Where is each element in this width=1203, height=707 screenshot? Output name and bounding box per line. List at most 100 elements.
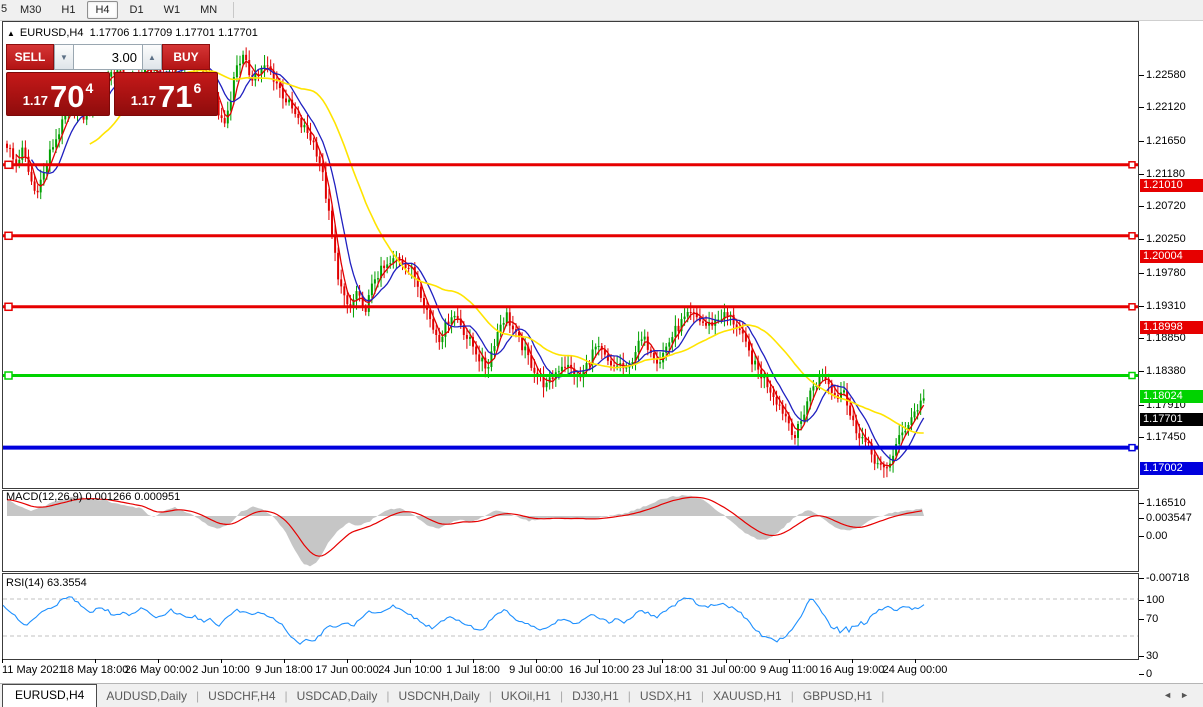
tab-gbpusd-h1[interactable]: GBPUSD,H1	[794, 686, 881, 707]
collapse-panel-icon[interactable]: ▲	[7, 29, 15, 38]
volume-increase-button[interactable]: ▲	[142, 44, 162, 70]
rsi-line	[3, 597, 924, 644]
line-handle[interactable]	[1129, 304, 1135, 310]
tab-audusd-daily[interactable]: AUDUSD,Daily	[97, 686, 196, 707]
indicator-axis-label: -0.00718	[1146, 572, 1189, 584]
tab-ukoil-h1[interactable]: UKOil,H1	[492, 686, 560, 707]
price-axis-tickmark	[1139, 174, 1144, 175]
sell-button[interactable]: SELL	[6, 44, 54, 70]
indicator-axis-label: 70	[1146, 613, 1158, 625]
date-axis-tickmark	[599, 659, 600, 663]
indicator-axis-tickmark	[1139, 518, 1144, 519]
buy-button[interactable]: BUY	[162, 44, 210, 70]
tab-eurusd-h4[interactable]: EURUSD,H4	[2, 684, 97, 707]
price-axis-tickmark	[1139, 503, 1144, 504]
indicator-axis-label: 30	[1146, 650, 1158, 662]
date-axis-tickmark	[158, 659, 159, 663]
line-handle[interactable]	[1129, 162, 1135, 168]
current-price-label: 1.17701	[1140, 413, 1203, 426]
timeframe-toolbar: 5 M30 H1 H4 D1 W1 MN	[0, 0, 1203, 21]
price-level-label: 1.18998	[1140, 321, 1203, 334]
date-axis-tickmark	[284, 659, 285, 663]
volume-input[interactable]: 3.00	[74, 44, 142, 70]
timeframe-h4[interactable]: H4	[87, 1, 117, 19]
volume-decrease-button[interactable]: ▼	[54, 44, 74, 70]
timeframe-mn[interactable]: MN	[192, 1, 225, 19]
date-axis-tickmark	[95, 659, 96, 663]
price-axis-tickmark	[1139, 437, 1144, 438]
indicator-axis-label: 0.00	[1146, 530, 1167, 542]
price-level-label: 1.18024	[1140, 390, 1203, 403]
price-axis-tick-label: 1.21650	[1146, 135, 1186, 147]
tab-usdcnh-daily[interactable]: USDCNH,Daily	[389, 686, 488, 707]
moving-average-line	[16, 61, 924, 466]
buy-price-prefix: 1.17	[131, 93, 156, 108]
date-axis-tickmark	[536, 659, 537, 663]
price-axis-tick-label: 1.20720	[1146, 200, 1186, 212]
price-axis-tickmark	[1139, 306, 1144, 307]
date-axis-tickmark	[347, 659, 348, 663]
line-handle[interactable]	[5, 303, 12, 310]
tab-separator: |	[881, 686, 884, 707]
macd-indicator-label: MACD(12,26,9) 0.001266 0.000951	[6, 491, 180, 503]
line-handle[interactable]	[1129, 373, 1135, 379]
price-level-label: 1.21010	[1140, 179, 1203, 192]
tab-dj30-h1[interactable]: DJ30,H1	[563, 686, 628, 707]
tab-usdx-h1[interactable]: USDX,H1	[631, 686, 701, 707]
line-handle[interactable]	[1129, 445, 1135, 451]
timeframe-m30[interactable]: M30	[12, 1, 49, 19]
price-axis-tickmark	[1139, 75, 1144, 76]
timeframe-m5-partial[interactable]: 5	[1, 3, 7, 15]
indicator-axis-label: 0.003547	[1146, 512, 1192, 524]
chart-title: ▲EURUSD,H4 1.17706 1.17709 1.17701 1.177…	[7, 27, 258, 39]
indicator-axis-tickmark	[1139, 536, 1144, 537]
price-axis-tick-label: 1.21180	[1146, 168, 1185, 180]
macd-canvas[interactable]	[3, 491, 1138, 571]
price-axis-tick-label: 1.19310	[1146, 300, 1186, 312]
chart-symbol: EURUSD,H4	[20, 27, 84, 39]
indicator-axis-label: 100	[1146, 594, 1164, 606]
macd-histogram-area	[7, 495, 924, 566]
sell-price-prefix: 1.17	[23, 93, 48, 108]
toolbar-separator	[233, 2, 234, 18]
indicator-axis-label: 0	[1146, 668, 1152, 680]
line-handle[interactable]	[5, 161, 12, 168]
date-axis-label: 24 Aug 00:00	[873, 664, 957, 676]
moving-average-line	[32, 63, 924, 461]
tab-usdchf-h4[interactable]: USDCHF,H4	[199, 686, 284, 707]
date-axis-tickmark	[2, 659, 3, 663]
line-handle[interactable]	[1129, 233, 1135, 239]
indicator-axis-tickmark	[1139, 656, 1144, 657]
tab-scroll-left-icon[interactable]: ◄	[1163, 690, 1180, 700]
price-axis-tick-label: 1.18380	[1146, 365, 1186, 377]
indicator-axis-tickmark	[1139, 578, 1144, 579]
sell-price-box[interactable]: 1.17 70 4	[6, 72, 110, 116]
sell-price-pip-digit: 4	[86, 80, 94, 96]
timeframe-h1[interactable]: H1	[53, 1, 83, 19]
price-axis-tickmark	[1139, 273, 1144, 274]
rsi-canvas[interactable]	[3, 574, 1138, 659]
tab-xauusd-h1[interactable]: XAUUSD,H1	[704, 686, 791, 707]
timeframe-w1[interactable]: W1	[156, 1, 189, 19]
price-axis-tick-label: 1.22580	[1146, 69, 1186, 81]
line-handle[interactable]	[5, 372, 12, 379]
price-axis-tickmark	[1139, 107, 1144, 108]
date-axis-tickmark	[221, 659, 222, 663]
line-handle[interactable]	[5, 232, 12, 239]
buy-price-big-digits: 71	[158, 82, 192, 112]
tab-usdcad-daily[interactable]: USDCAD,Daily	[288, 686, 387, 707]
date-axis-tickmark	[410, 659, 411, 663]
price-axis-tick-label: 1.17450	[1146, 431, 1186, 443]
price-axis-tickmark	[1139, 405, 1144, 406]
macd-signal-line	[7, 497, 922, 556]
tab-scroll-right-icon[interactable]: ►	[1180, 690, 1197, 700]
buy-price-pip-digit: 6	[194, 80, 202, 96]
price-axis-tick-label: 1.19780	[1146, 267, 1186, 279]
tab-scroll-arrows[interactable]: ◄►	[1163, 690, 1197, 700]
price-axis-tick-label: 1.22120	[1146, 101, 1186, 113]
one-click-trading-panel: SELL ▼ 3.00 ▲ BUY 1.17 70 4 1.17 71 6	[6, 44, 222, 116]
timeframe-d1[interactable]: D1	[122, 1, 152, 19]
buy-price-box[interactable]: 1.17 71 6	[114, 72, 218, 116]
indicator-axis-tickmark	[1139, 600, 1144, 601]
price-level-label: 1.20004	[1140, 250, 1203, 263]
